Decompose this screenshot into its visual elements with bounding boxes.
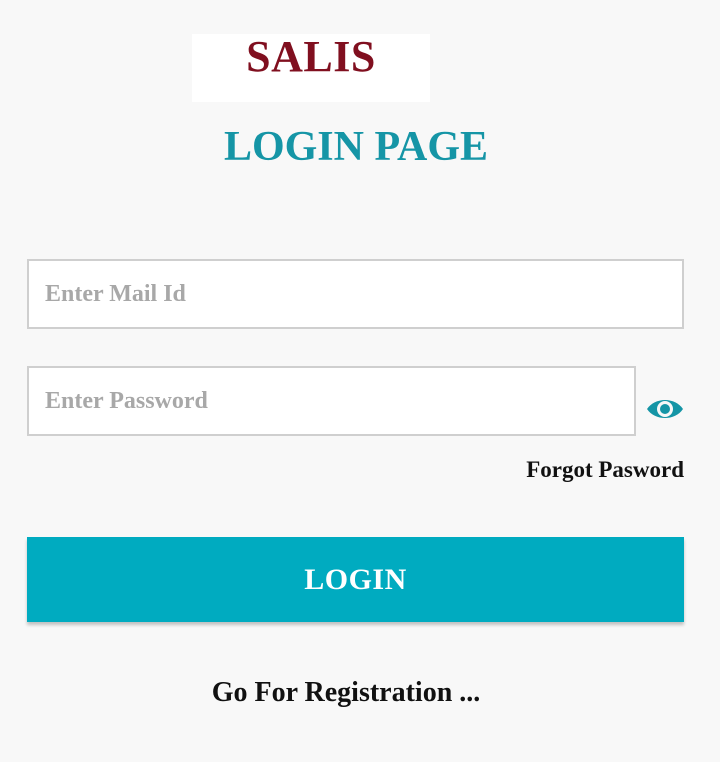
email-field[interactable]	[27, 259, 684, 329]
page-title: LOGIN PAGE	[223, 124, 489, 170]
show-password-toggle[interactable]	[645, 393, 685, 425]
login-screen: { "app": { "name": "SALIS" }, "page": { …	[0, 0, 720, 762]
eye-icon	[647, 400, 683, 418]
password-field[interactable]	[27, 366, 636, 436]
forgot-password-link[interactable]: Forgot Pasword	[526, 454, 684, 486]
app-logo-text: SALIS	[246, 32, 376, 81]
registration-link[interactable]: Go For Registration ...	[0, 674, 692, 712]
login-button[interactable]: LOGIN	[27, 537, 684, 622]
